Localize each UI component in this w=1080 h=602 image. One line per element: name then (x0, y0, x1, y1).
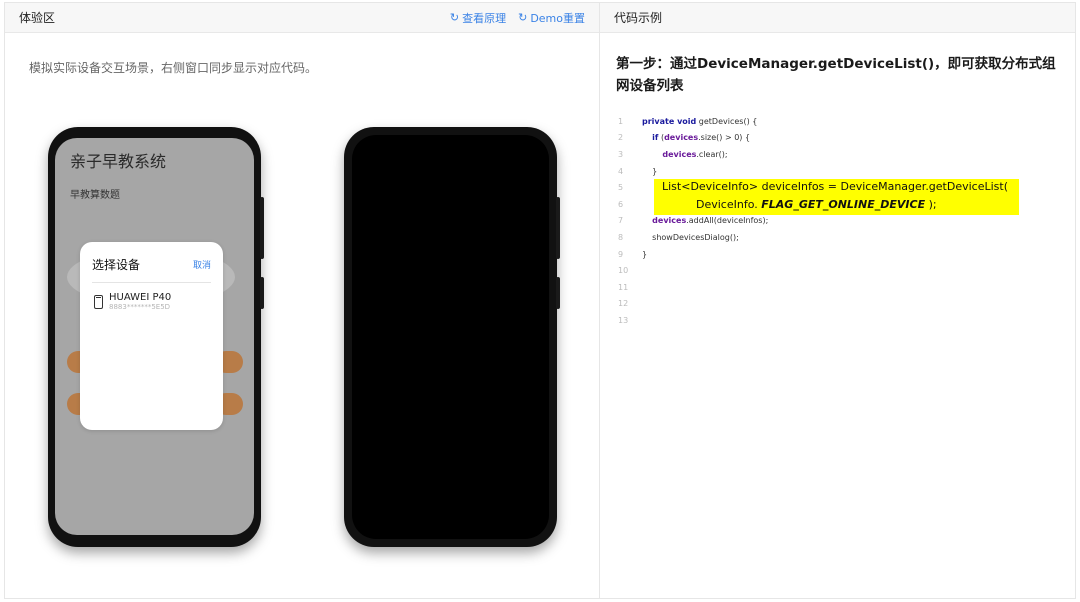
device-list-item[interactable]: HUAWEI P40 8883*******5E5D (94, 292, 209, 314)
code-panel: 代码示例 第一步：通过DeviceManager.getDeviceList()… (599, 2, 1076, 599)
volume-button (556, 197, 560, 259)
code-text: showDevicesDialog(); (652, 232, 739, 242)
code-line: 10 (612, 262, 1052, 279)
line-number: 11 (618, 282, 629, 292)
code-field: devices (664, 133, 699, 143)
code-text: } (652, 166, 658, 176)
experience-panel: 体验区 ↻ 查看原理 ↻ Demo重置 模拟实际设备交互场景，右侧窗口同步显示对… (4, 2, 600, 599)
code-line: 6 (612, 196, 1052, 213)
code-text: devices.clear(); (662, 149, 728, 159)
demo-reset-link[interactable]: ↻ Demo重置 (518, 10, 585, 26)
volume-button (260, 197, 264, 259)
line-number: 12 (618, 299, 629, 309)
refresh-icon: ↻ (449, 11, 460, 24)
code-text: } (642, 249, 648, 259)
line-number: 4 (618, 166, 624, 176)
view-principle-label: 查看原理 (462, 11, 507, 25)
experience-panel-title: 体验区 (19, 11, 56, 25)
code-line: 8 showDevicesDialog(); (612, 229, 1052, 246)
code-field: devices (652, 216, 687, 226)
line-number: 9 (618, 249, 624, 259)
dialog-cancel-button[interactable]: 取消 (193, 258, 211, 271)
code-panel-header: 代码示例 (600, 3, 1075, 33)
experience-description: 模拟实际设备交互场景，右侧窗口同步显示对应代码。 (29, 61, 318, 75)
line-number: 5 (618, 183, 624, 193)
phone-device-2 (344, 127, 560, 547)
code-text: private void getDevices() { (642, 116, 758, 126)
demo-reset-label: Demo重置 (530, 11, 585, 25)
header-actions: ↻ 查看原理 ↻ Demo重置 (450, 10, 585, 26)
refresh-icon: ↻ (518, 11, 528, 24)
line-number: 13 (618, 315, 629, 325)
code-panel-title: 代码示例 (614, 11, 663, 25)
phone-screen-1: 亲子早教系统 早教算数题 选择设备 取消 HUAWEI P40 8883****… (55, 138, 254, 535)
power-button (260, 277, 264, 309)
code-line: 13 (612, 312, 1052, 329)
code-block: 1 private void getDevices() { 2 if (device… (612, 113, 1052, 329)
code-line: 11 (612, 279, 1052, 296)
code-line: 1 private void getDevices() { (612, 113, 1052, 130)
phone-icon (94, 295, 103, 309)
select-device-dialog: 选择设备 取消 HUAWEI P40 8883*******5E5D (80, 242, 223, 430)
phone-device-1: 亲子早教系统 早教算数题 选择设备 取消 HUAWEI P40 8883****… (48, 127, 264, 547)
divider (92, 282, 211, 283)
app-title: 亲子早教系统 (70, 152, 167, 171)
code-line: 9} (612, 246, 1052, 263)
code-field: devices (662, 149, 697, 159)
power-button (556, 277, 560, 309)
dialog-title: 选择设备 (92, 258, 141, 272)
line-number: 7 (618, 216, 624, 226)
code-line: 3 devices.clear(); (612, 146, 1052, 163)
line-number: 6 (618, 199, 624, 209)
code-text: devices.addAll(deviceInfos); (652, 216, 769, 226)
code-keyword: private void (642, 116, 697, 126)
line-number: 3 (618, 149, 624, 159)
line-number: 10 (618, 266, 629, 276)
line-number: 1 (618, 116, 624, 126)
line-number: 8 (618, 232, 624, 242)
step-title: 第一步：通过DeviceManager.getDeviceList()，即可获取… (616, 56, 1056, 94)
device-id: 8883*******5E5D (109, 303, 171, 311)
code-line: 2 if (devices.size() > 0) { (612, 130, 1052, 147)
line-number: 2 (618, 133, 624, 143)
section-label: 早教算数题 (70, 190, 120, 201)
code-line: 4 } (612, 163, 1052, 180)
code-line: 7 devices.addAll(deviceInfos); (612, 213, 1052, 230)
device-name: HUAWEI P40 (109, 292, 172, 303)
code-text: if (devices.size() > 0) { (652, 133, 751, 143)
experience-panel-header: 体验区 ↻ 查看原理 ↻ Demo重置 (5, 3, 599, 33)
phone-screen-2 (352, 135, 549, 539)
view-principle-link[interactable]: ↻ 查看原理 (450, 10, 506, 26)
code-keyword: if (652, 133, 659, 143)
code-line: 12 (612, 296, 1052, 313)
code-line: 5 (612, 179, 1052, 196)
